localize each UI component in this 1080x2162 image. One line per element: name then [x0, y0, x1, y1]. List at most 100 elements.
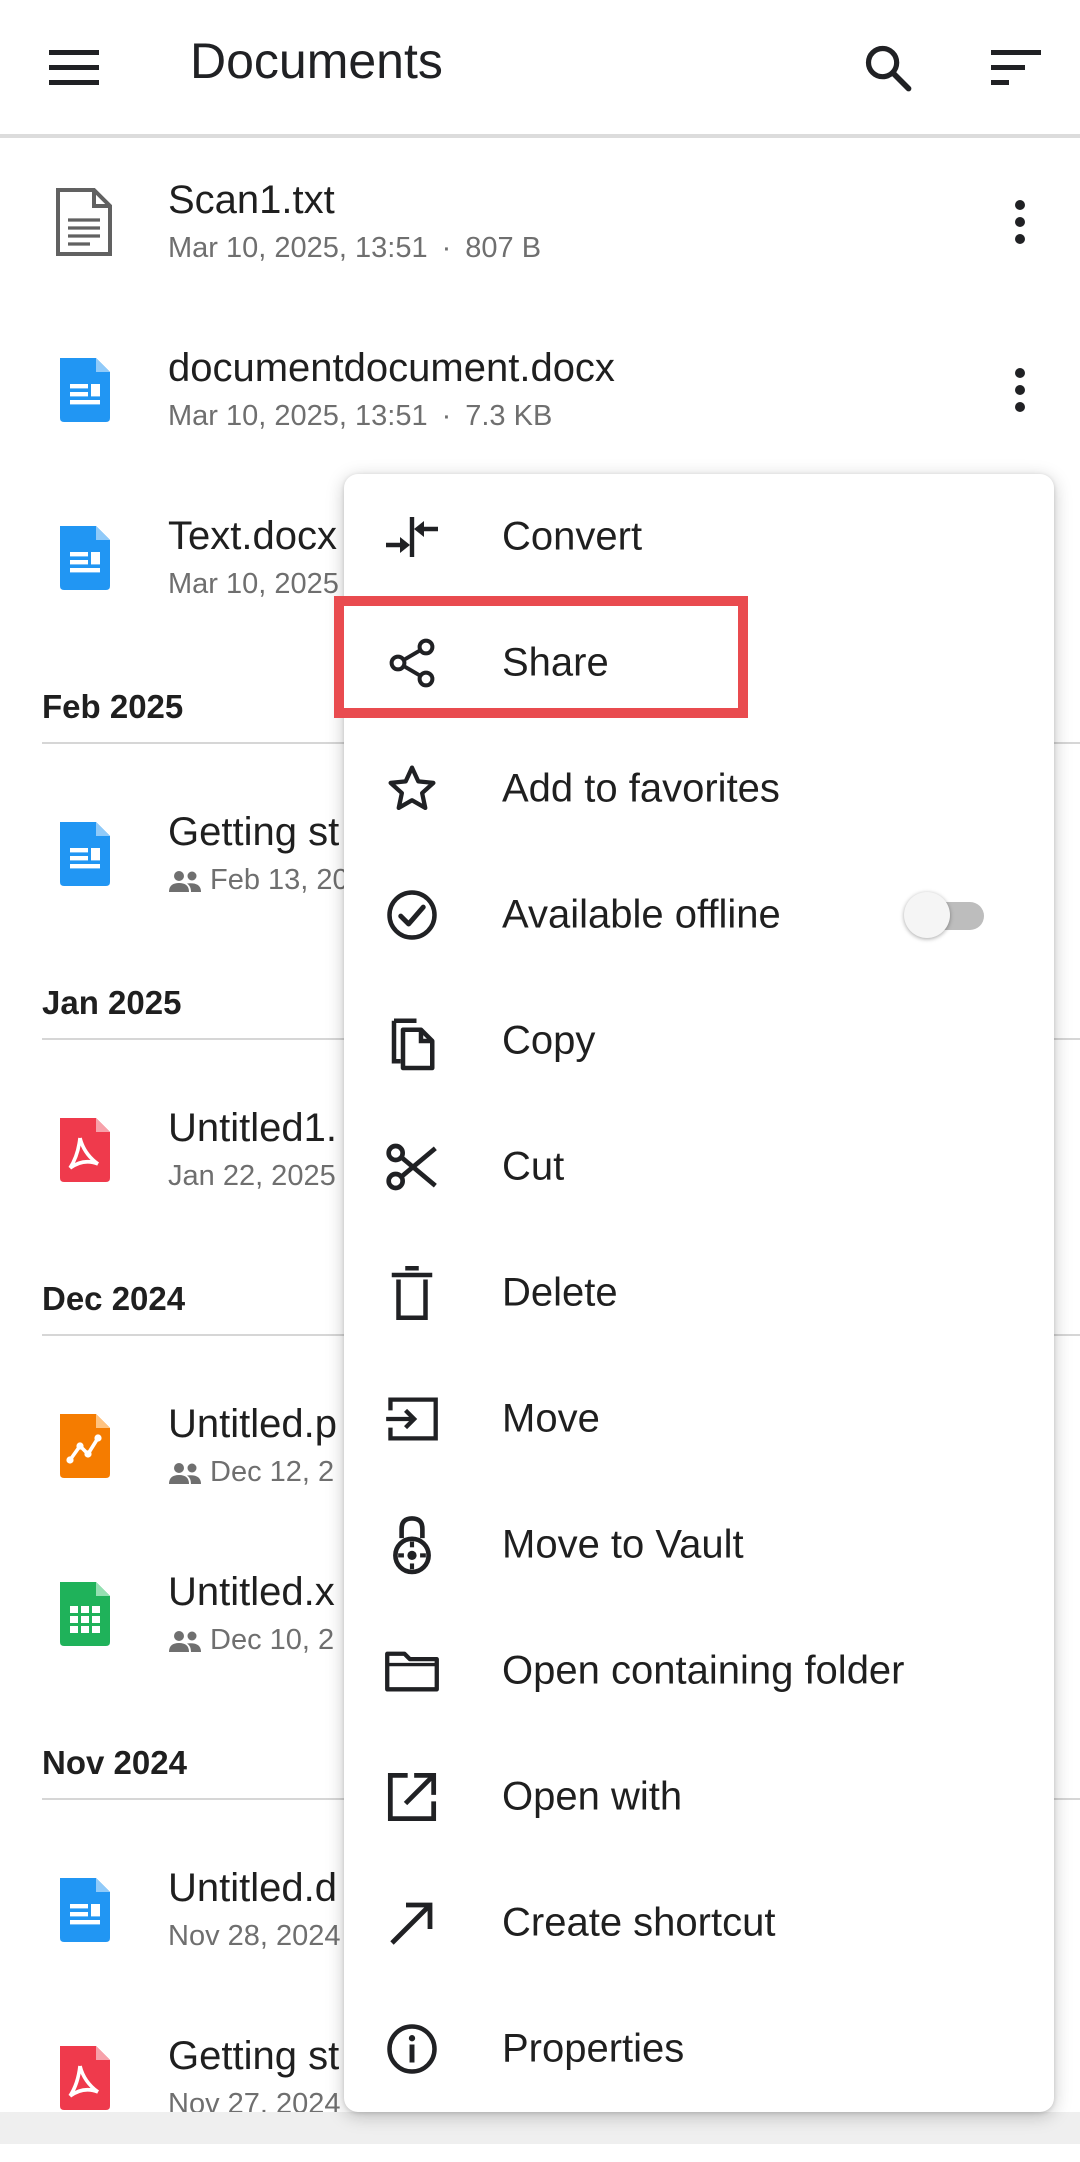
- more-vert-icon: [1015, 368, 1025, 412]
- file-name: Text.docx: [168, 514, 337, 558]
- shared-people-icon: [168, 1461, 202, 1485]
- search-button[interactable]: [844, 24, 932, 112]
- presentation-file-icon: [60, 1414, 110, 1478]
- menu-item-move[interactable]: Move: [344, 1356, 1054, 1482]
- pdf-file-icon: [60, 2046, 110, 2110]
- file-row-documentdocument[interactable]: documentdocument.docx Mar 10, 2025, 13:5…: [0, 306, 1080, 474]
- meta-separator: ·: [441, 232, 452, 264]
- file-date: Mar 10, 2025: [168, 568, 339, 600]
- meta-separator: ·: [441, 400, 452, 432]
- menu-item-label: Delete: [502, 1270, 618, 1315]
- file-name: Scan1.txt: [168, 178, 335, 222]
- copy-icon: [384, 1013, 440, 1071]
- file-name: Untitled.p: [168, 1402, 337, 1446]
- menu-item-label: Share: [502, 640, 609, 685]
- menu-item-cut[interactable]: Cut: [344, 1104, 1054, 1230]
- share-icon: [384, 635, 440, 691]
- file-meta: Mar 10, 2025, 13:51 · 7.3 KB: [168, 400, 552, 433]
- file-name: Untitled1.: [168, 1106, 337, 1150]
- menu-item-open-containing-folder[interactable]: Open containing folder: [344, 1608, 1054, 1734]
- menu-item-add-to-favorites[interactable]: Add to favorites: [344, 726, 1054, 852]
- menu-item-label: Move: [502, 1396, 600, 1441]
- docx-file-icon: [60, 526, 110, 590]
- file-date: Mar 10, 2025, 13:51: [168, 232, 428, 264]
- file-meta: Nov 28, 2024: [168, 1920, 341, 1953]
- file-name: documentdocument.docx: [168, 346, 615, 390]
- bottom-edge: [0, 2112, 1080, 2144]
- file-size: 807 B: [465, 232, 542, 264]
- star-icon: [384, 761, 440, 817]
- offline-check-icon: [384, 887, 440, 943]
- file-meta: Jan 22, 2025: [168, 1160, 336, 1193]
- file-date: Nov 28, 2024: [168, 1920, 341, 1952]
- more-options-button[interactable]: [988, 358, 1052, 422]
- page-title: Documents: [190, 33, 443, 89]
- menu-item-label: Add to favorites: [502, 766, 780, 811]
- menu-item-delete[interactable]: Delete: [344, 1230, 1054, 1356]
- menu-item-available-offline[interactable]: Available offline: [344, 852, 1054, 978]
- spreadsheet-file-icon: [60, 1582, 110, 1646]
- file-name: Getting st: [168, 810, 340, 854]
- more-options-button[interactable]: [988, 190, 1052, 254]
- shortcut-arrow-icon: [384, 1895, 440, 1951]
- menu-item-label: Move to Vault: [502, 1522, 744, 1567]
- file-date: Jan 22, 2025: [168, 1160, 336, 1192]
- sort-button[interactable]: [972, 24, 1060, 112]
- toggle-thumb: [904, 892, 950, 938]
- pdf-file-icon: [60, 1118, 110, 1182]
- menu-item-copy[interactable]: Copy: [344, 978, 1054, 1104]
- docx-file-icon: [60, 822, 110, 886]
- menu-item-label: Copy: [502, 1018, 596, 1063]
- section-label: Feb 2025: [42, 688, 184, 725]
- file-name: Getting st: [168, 2034, 340, 2078]
- info-icon: [384, 2021, 440, 2077]
- menu-item-label: Create shortcut: [502, 1900, 776, 1945]
- more-vert-icon: [1015, 200, 1025, 244]
- file-row-scan1[interactable]: Scan1.txt Mar 10, 2025, 13:51 · 807 B: [0, 138, 1080, 306]
- file-meta: Feb 13, 20: [168, 864, 349, 897]
- vault-lock-icon: [384, 1516, 440, 1575]
- menu-item-label: Properties: [502, 2026, 685, 2071]
- convert-icon: [384, 509, 440, 565]
- menu-item-move-to-vault[interactable]: Move to Vault: [344, 1482, 1054, 1608]
- docx-file-icon: [60, 358, 110, 422]
- file-date: Mar 10, 2025, 13:51: [168, 400, 428, 432]
- hamburger-menu-icon: [49, 50, 99, 85]
- menu-item-label: Open containing folder: [502, 1648, 905, 1693]
- menu-item-create-shortcut[interactable]: Create shortcut: [344, 1860, 1054, 1986]
- file-date: Dec 10, 2: [210, 1624, 335, 1656]
- file-date: Feb 13, 20: [210, 864, 349, 896]
- file-meta: Dec 10, 2: [168, 1624, 334, 1657]
- shared-people-icon: [168, 869, 202, 893]
- menu-item-label: Open with: [502, 1774, 683, 1819]
- search-icon: [865, 45, 912, 92]
- scissors-icon: [384, 1139, 440, 1195]
- sort-icon: [991, 50, 1041, 85]
- menu-item-properties[interactable]: Properties: [344, 1986, 1054, 2112]
- file-meta: Mar 10, 2025: [168, 568, 339, 601]
- folder-icon: [384, 1643, 440, 1699]
- menu-item-share[interactable]: Share: [344, 600, 1054, 726]
- menu-item-label: Convert: [502, 514, 643, 559]
- move-icon: [384, 1391, 440, 1447]
- menu-item-convert[interactable]: Convert: [344, 474, 1054, 600]
- menu-item-label: Available offline: [502, 892, 781, 937]
- text-file-icon: [56, 188, 112, 256]
- docx-file-icon: [60, 1878, 110, 1942]
- trash-icon: [384, 1265, 440, 1321]
- available-offline-toggle[interactable]: [904, 892, 984, 938]
- open-external-icon: [384, 1769, 440, 1825]
- context-menu: Convert Share Add to favorites Available…: [344, 474, 1054, 2112]
- file-meta: Mar 10, 2025, 13:51 · 807 B: [168, 232, 541, 265]
- app-bar: Documents: [0, 0, 1080, 138]
- file-meta: Dec 12, 2: [168, 1456, 334, 1489]
- file-date: Dec 12, 2: [210, 1456, 335, 1488]
- section-label: Dec 2024: [42, 1280, 186, 1317]
- hamburger-menu-button[interactable]: [30, 24, 118, 112]
- file-name: Untitled.d: [168, 1866, 337, 1910]
- menu-item-label: Cut: [502, 1144, 565, 1189]
- shared-people-icon: [168, 1629, 202, 1653]
- section-label: Jan 2025: [42, 984, 182, 1021]
- file-size: 7.3 KB: [465, 400, 553, 432]
- menu-item-open-with[interactable]: Open with: [344, 1734, 1054, 1860]
